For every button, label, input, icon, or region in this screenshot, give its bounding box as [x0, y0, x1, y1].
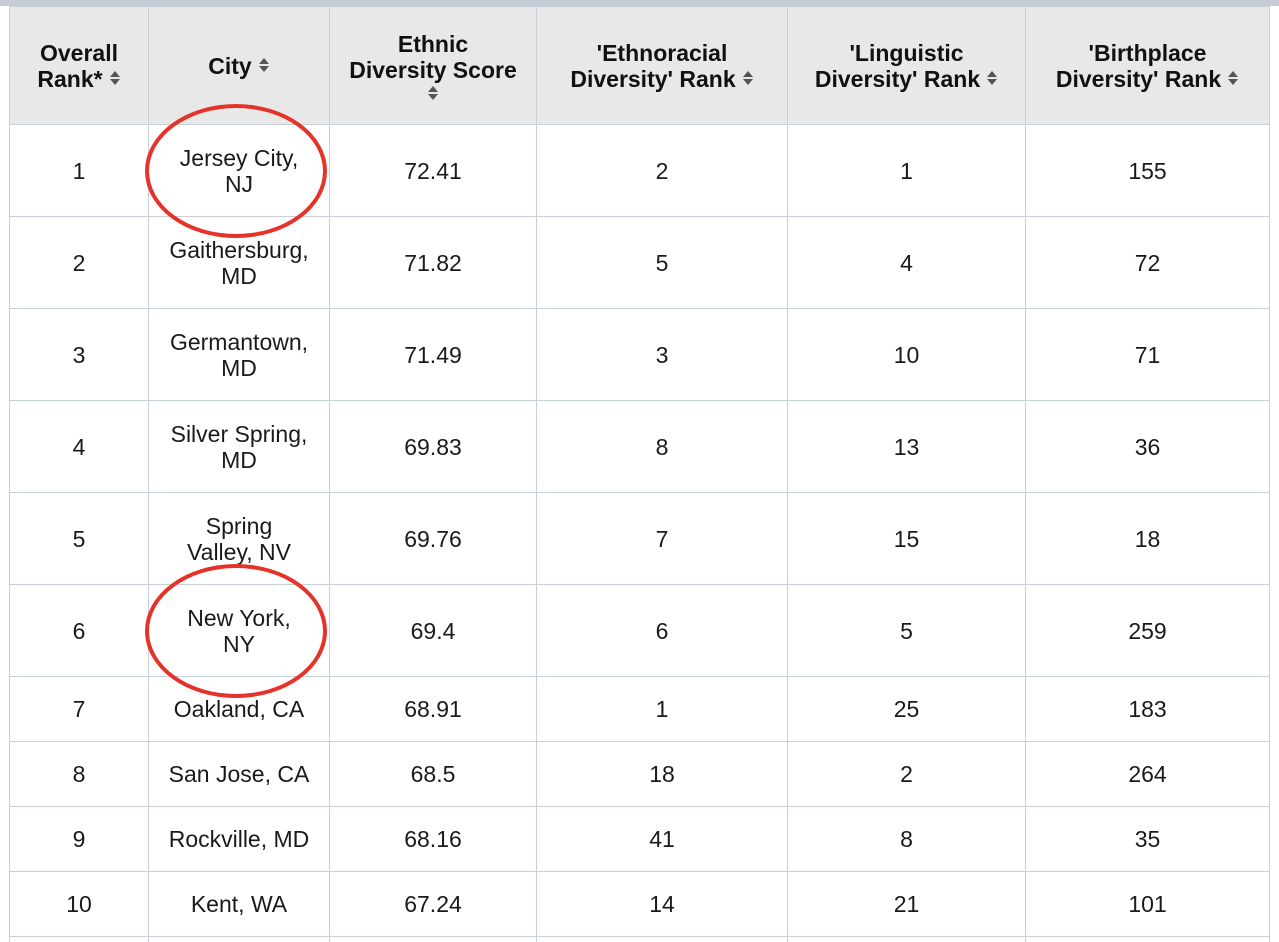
cell-linguistic-rank: 13: [787, 400, 1026, 493]
cell-birthplace-rank: 259: [1025, 584, 1270, 677]
table-row: 2 Gaithersburg, MD 71.82 5 4 72: [9, 216, 1270, 309]
cell-rank: 6: [9, 584, 149, 677]
cell-city: Silver Spring, MD: [148, 400, 330, 493]
cell-linguistic-rank: 15: [787, 492, 1026, 585]
table-row: 7 Oakland, CA 68.91 1 25 183: [9, 676, 1270, 742]
cell-linguistic-rank: 2: [787, 741, 1026, 807]
cell-rank: 9: [9, 806, 149, 872]
cell-birthplace-rank: 101: [1025, 871, 1270, 937]
cell-ethnoracial-rank: 3: [536, 308, 788, 401]
column-header-city[interactable]: City: [148, 6, 330, 125]
cell-ethnoracial-rank: 8: [536, 400, 788, 493]
cell-rank: 4: [9, 400, 149, 493]
cell-linguistic-rank: 21: [787, 871, 1026, 937]
sort-both-icon[interactable]: [427, 85, 439, 101]
cell-rank: 1: [9, 124, 149, 217]
diversity-ranking-table: Overall Rank* City Ethnic Diversity Scor…: [9, 6, 1270, 942]
cell-city: Gaithersburg, MD: [148, 216, 330, 309]
cell-ethnoracial-rank: 6: [536, 584, 788, 677]
cell-city: Rockville, MD: [148, 806, 330, 872]
column-header-birthplace-rank[interactable]: 'Birthplace Diversity' Rank: [1025, 6, 1270, 125]
table-row: 1 Jersey City, NJ 72.41 2 1 155: [9, 103, 1270, 238]
sort-both-icon[interactable]: [1227, 70, 1239, 86]
cell-ethnoracial-rank: 2: [536, 124, 788, 217]
cell-birthplace-rank: 36: [1025, 400, 1270, 493]
cell-birthplace-rank: 155: [1025, 124, 1270, 217]
cell-linguistic-rank: 1: [787, 124, 1026, 217]
table-body: 1 Jersey City, NJ 72.41 2 1 155 2 Gaithe…: [9, 103, 1270, 942]
cell-rank: 5: [9, 492, 149, 585]
cell-score: 68.91: [329, 676, 537, 742]
cell-score: 71.49: [329, 308, 537, 401]
cell-ethnoracial-rank: 14: [536, 871, 788, 937]
table-row-partial: [9, 936, 1270, 942]
page-frame: Overall Rank* City Ethnic Diversity Scor…: [0, 0, 1279, 942]
cell-score: 69.76: [329, 492, 537, 585]
sort-both-icon[interactable]: [742, 70, 754, 86]
table-row: 5 Spring Valley, NV 69.76 7 15 18: [9, 492, 1270, 585]
cell-score: 72.41: [329, 124, 537, 217]
cell-rank: 2: [9, 216, 149, 309]
cell-city: New York, NY: [145, 563, 330, 698]
cell-city: San Jose, CA: [148, 741, 330, 807]
column-header-linguistic-rank[interactable]: 'Linguistic Diversity' Rank: [787, 6, 1026, 125]
cell-birthplace-rank: 35: [1025, 806, 1270, 872]
cell-city: Jersey City, NJ: [145, 103, 330, 238]
cell-city: Oakland, CA: [148, 676, 330, 742]
cell-rank: 8: [9, 741, 149, 807]
table-header: Overall Rank* City Ethnic Diversity Scor…: [9, 6, 1270, 125]
table-row: 6 New York, NY 69.4 6 5 259: [9, 563, 1270, 698]
sort-both-icon[interactable]: [109, 70, 121, 86]
sort-both-icon[interactable]: [258, 57, 270, 73]
sort-both-icon[interactable]: [986, 70, 998, 86]
cell-score: 68.5: [329, 741, 537, 807]
cell-ethnoracial-rank: 1: [536, 676, 788, 742]
cell-linguistic-rank: 8: [787, 806, 1026, 872]
cell-birthplace-rank: 183: [1025, 676, 1270, 742]
cell-ethnoracial-rank: 41: [536, 806, 788, 872]
cell-ethnoracial-rank: 7: [536, 492, 788, 585]
table-row: 9 Rockville, MD 68.16 41 8 35: [9, 806, 1270, 872]
table-row: 3 Germantown, MD 71.49 3 10 71: [9, 308, 1270, 401]
cell-score: 67.24: [329, 871, 537, 937]
cell-city: Spring Valley, NV: [148, 492, 330, 585]
column-header-ethnic-diversity-score[interactable]: Ethnic Diversity Score: [329, 6, 537, 125]
cell-score: 68.16: [329, 806, 537, 872]
cell-rank: 7: [9, 676, 149, 742]
cell-linguistic-rank: 4: [787, 216, 1026, 309]
cell-birthplace-rank: 71: [1025, 308, 1270, 401]
cell-rank: 3: [9, 308, 149, 401]
cell-ethnoracial-rank: 18: [536, 741, 788, 807]
cell-score: 69.4: [329, 584, 537, 677]
table-row: 4 Silver Spring, MD 69.83 8 13 36: [9, 400, 1270, 493]
cell-score: 71.82: [329, 216, 537, 309]
cell-linguistic-rank: 10: [787, 308, 1026, 401]
cell-rank: 10: [9, 871, 149, 937]
cell-ethnoracial-rank: 5: [536, 216, 788, 309]
column-header-overall-rank[interactable]: Overall Rank*: [9, 6, 149, 125]
cell-score: 69.83: [329, 400, 537, 493]
cell-city: Germantown, MD: [148, 308, 330, 401]
cell-linguistic-rank: 25: [787, 676, 1026, 742]
column-header-ethnoracial-rank[interactable]: 'Ethnoracial Diversity' Rank: [536, 6, 788, 125]
table-row: 10 Kent, WA 67.24 14 21 101: [9, 871, 1270, 937]
table-row: 8 San Jose, CA 68.5 18 2 264: [9, 741, 1270, 807]
cell-birthplace-rank: 264: [1025, 741, 1270, 807]
cell-birthplace-rank: 18: [1025, 492, 1270, 585]
cell-birthplace-rank: 72: [1025, 216, 1270, 309]
cell-city: Kent, WA: [148, 871, 330, 937]
cell-linguistic-rank: 5: [787, 584, 1026, 677]
